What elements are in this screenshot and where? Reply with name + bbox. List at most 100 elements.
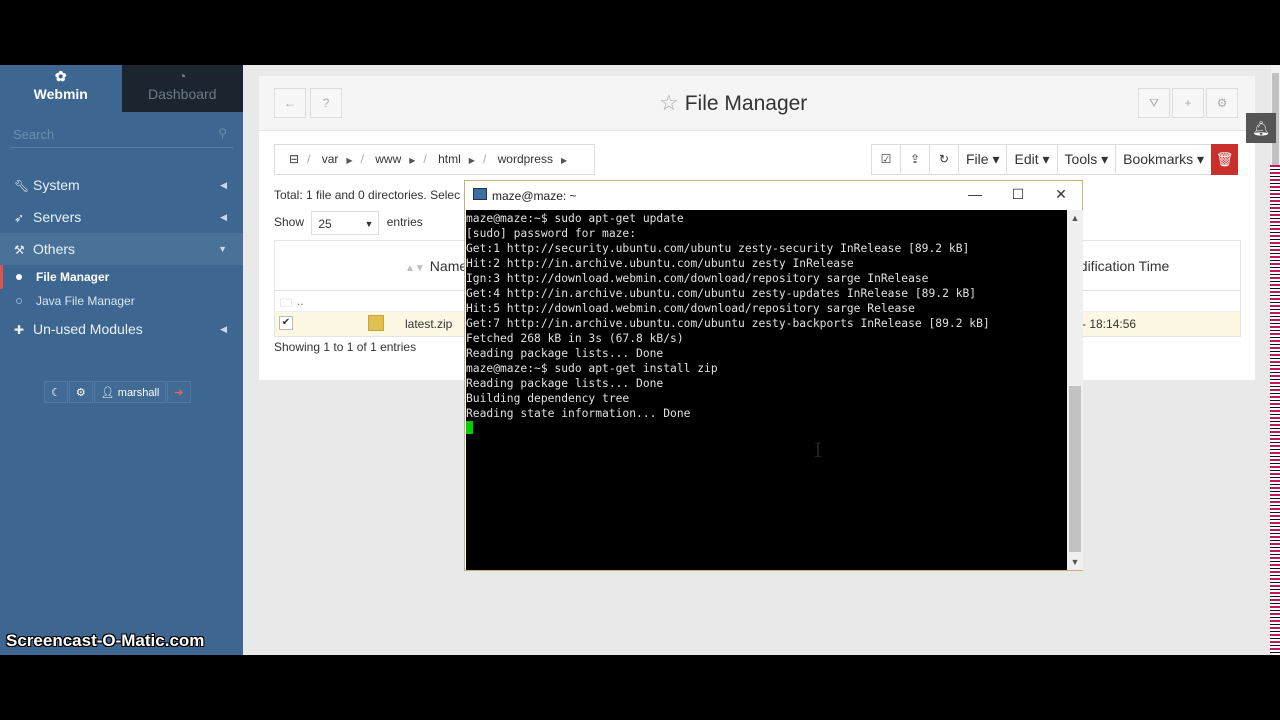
- notification-bell-icon[interactable]: 🔔︎: [1246, 113, 1276, 143]
- col-modification-time[interactable]: odification Time: [1072, 258, 1169, 274]
- caret-left-icon: ◀: [220, 180, 227, 190]
- file-menu[interactable]: File ▾: [958, 144, 1008, 175]
- terminal-scrollbar[interactable]: ▲ ▼: [1067, 210, 1083, 570]
- dashboard-icon: ◔: [178, 68, 187, 84]
- entries-label: entries: [386, 215, 423, 229]
- gear-button[interactable]: ⚙: [1206, 88, 1238, 118]
- delete-button[interactable]: 🗑︎: [1211, 144, 1239, 175]
- scroll-up-icon[interactable]: ▲: [1067, 210, 1083, 226]
- sidebar-item-unused-modules[interactable]: ✚ Un-used Modules ◀: [0, 313, 243, 345]
- toolbar: ☑ ⇪ ↻ File ▾ Edit ▾ Tools ▾ Bookmarks ▾ …: [871, 144, 1239, 175]
- col-name[interactable]: ▲▼ Name: [405, 258, 467, 274]
- screen: ✿ Webmin ◔ Dashboard ⚲ 🔧︎System ◀ ➶ Serve…: [0, 65, 1280, 655]
- breadcrumb-separator: /: [423, 152, 427, 166]
- search-icon[interactable]: ⚲: [218, 126, 227, 140]
- logout-button[interactable]: ➜: [167, 381, 191, 403]
- tools-menu[interactable]: Tools ▾: [1056, 144, 1117, 175]
- back-button[interactable]: ←: [274, 88, 306, 118]
- file-name[interactable]: latest.zip: [405, 317, 452, 331]
- bullet-icon: [16, 298, 22, 304]
- username: marshall: [117, 387, 160, 399]
- help-button[interactable]: ?: [310, 88, 342, 118]
- breadcrumb-separator: /: [360, 152, 364, 166]
- edit-menu[interactable]: Edit ▾: [1006, 144, 1058, 175]
- settings-button[interactable]: ⚙: [68, 381, 93, 403]
- breadcrumb-separator: /: [482, 152, 487, 166]
- sidebar-item-system[interactable]: 🔧︎ System ◀: [0, 169, 243, 201]
- terminal-cursor: [466, 421, 473, 434]
- terminal-titlebar[interactable]: maze@maze: ~ — ☐ ✕: [465, 181, 1082, 210]
- hdd-icon[interactable]: ⊟: [289, 152, 299, 166]
- sidebar-subitem-file-manager[interactable]: File Manager: [0, 265, 243, 289]
- maximize-button[interactable]: ☐: [996, 181, 1040, 210]
- user-button[interactable]: 👤︎ marshall: [93, 381, 167, 403]
- sidebar-tabs: ✿ Webmin ◔ Dashboard: [0, 65, 243, 112]
- watermark: Screencast-O-Matic.com: [6, 631, 205, 650]
- gavel-icon: ⚒: [14, 243, 25, 257]
- row-checkbox[interactable]: ✔: [279, 316, 293, 330]
- filter-button[interactable]: ⛛: [1138, 88, 1170, 118]
- tab-dashboard-label: Dashboard: [148, 86, 217, 102]
- text-cursor-icon: I: [814, 438, 822, 462]
- sidebar-item-others[interactable]: ⚒ Others ▼: [0, 233, 243, 265]
- panel-header: ← ? ☆ File Manager ⛛ + ⚙: [259, 76, 1255, 131]
- edit-menu-label: Edit: [1014, 151, 1039, 167]
- webmin-icon: ✿: [54, 68, 67, 84]
- sidebar-bottom-bar: ☾ ⚙ 👤︎ marshall ➜: [44, 381, 192, 403]
- select-all-button[interactable]: ☑: [871, 144, 901, 175]
- putty-icon: [473, 188, 487, 200]
- scroll-thumb[interactable]: [1069, 386, 1081, 552]
- terminal-text: maze@maze:~$ sudo apt-get update [sudo] …: [466, 212, 990, 420]
- entries-select[interactable]: 25 ▼: [311, 210, 380, 235]
- sidebar-item-label: Others: [33, 241, 76, 257]
- user-icon: 👤︎: [100, 387, 118, 399]
- sidebar-search: ⚲: [10, 122, 233, 148]
- sidebar: ✿ Webmin ◔ Dashboard ⚲ 🔧︎System ◀ ➶ Serve…: [0, 65, 243, 655]
- refresh-button[interactable]: ↻: [929, 144, 959, 175]
- night-mode-button[interactable]: ☾: [44, 381, 68, 403]
- sidebar-item-label: Un-used Modules: [33, 321, 143, 337]
- tab-dashboard[interactable]: ◔ Dashboard: [121, 65, 243, 112]
- bookmarks-menu[interactable]: Bookmarks ▾: [1115, 144, 1213, 175]
- terminal-title: maze@maze: ~: [492, 189, 577, 203]
- breadcrumb-separator: /: [307, 152, 311, 166]
- breadcrumb-var[interactable]: var: [322, 152, 339, 166]
- minimize-button[interactable]: —: [953, 181, 997, 210]
- share-button[interactable]: ⇪: [900, 144, 930, 175]
- caret-down-icon: ▼: [218, 244, 227, 254]
- sidebar-item-label: System: [33, 177, 80, 193]
- sidebar-subitem-label: Java File Manager: [36, 294, 135, 308]
- sidebar-item-servers[interactable]: ➶ Servers ◀: [0, 201, 243, 233]
- breadcrumb-www[interactable]: www: [375, 152, 401, 166]
- parent-dir-label: ..: [297, 294, 304, 308]
- scroll-down-icon[interactable]: ▼: [1067, 554, 1083, 570]
- page-title-text: File Manager: [684, 92, 808, 115]
- breadcrumb-wordpress[interactable]: wordpress: [498, 152, 553, 166]
- sidebar-menu: 🔧︎ System ◀ ➶ Servers ◀ ⚒ Others ▼ File Man…: [0, 169, 243, 345]
- caret-right-icon: ▶: [560, 156, 568, 165]
- star-icon[interactable]: ☆: [659, 90, 679, 115]
- terminal-window[interactable]: maze@maze: ~ — ☐ ✕ maze@maze:~$ sudo apt…: [464, 180, 1083, 571]
- bullet-icon: [16, 274, 22, 280]
- close-button[interactable]: ✕: [1039, 181, 1083, 210]
- breadcrumb-html[interactable]: html: [438, 152, 461, 166]
- bookmarks-menu-label: Bookmarks: [1123, 151, 1194, 167]
- tab-webmin-label: Webmin: [33, 86, 88, 102]
- sort-icon: ▲▼: [405, 263, 425, 274]
- puzzle-icon: ✚: [14, 323, 25, 337]
- sidebar-subitem-java-file-manager[interactable]: Java File Manager: [0, 289, 243, 313]
- show-label: Show: [274, 215, 305, 229]
- breadcrumb: ⊟ / var ▶ / www ▶ / html ▶ / wordpress ▶: [274, 144, 595, 175]
- entries-value: 25: [318, 216, 332, 231]
- search-input[interactable]: [10, 122, 233, 146]
- add-button[interactable]: +: [1172, 88, 1204, 118]
- tab-webmin[interactable]: ✿ Webmin: [0, 65, 122, 112]
- chevron-down-icon: ▼: [364, 218, 374, 229]
- file-menu-label: File: [966, 151, 989, 167]
- tools-menu-label: Tools: [1064, 151, 1098, 167]
- caret-right-icon: ▶: [346, 156, 353, 165]
- terminal-output[interactable]: maze@maze:~$ sudo apt-get update [sudo] …: [466, 210, 1067, 570]
- sidebar-item-label: Servers: [33, 209, 82, 225]
- entries-control: Show 25 ▼ entries: [274, 210, 423, 235]
- zip-file-icon: [368, 315, 384, 331]
